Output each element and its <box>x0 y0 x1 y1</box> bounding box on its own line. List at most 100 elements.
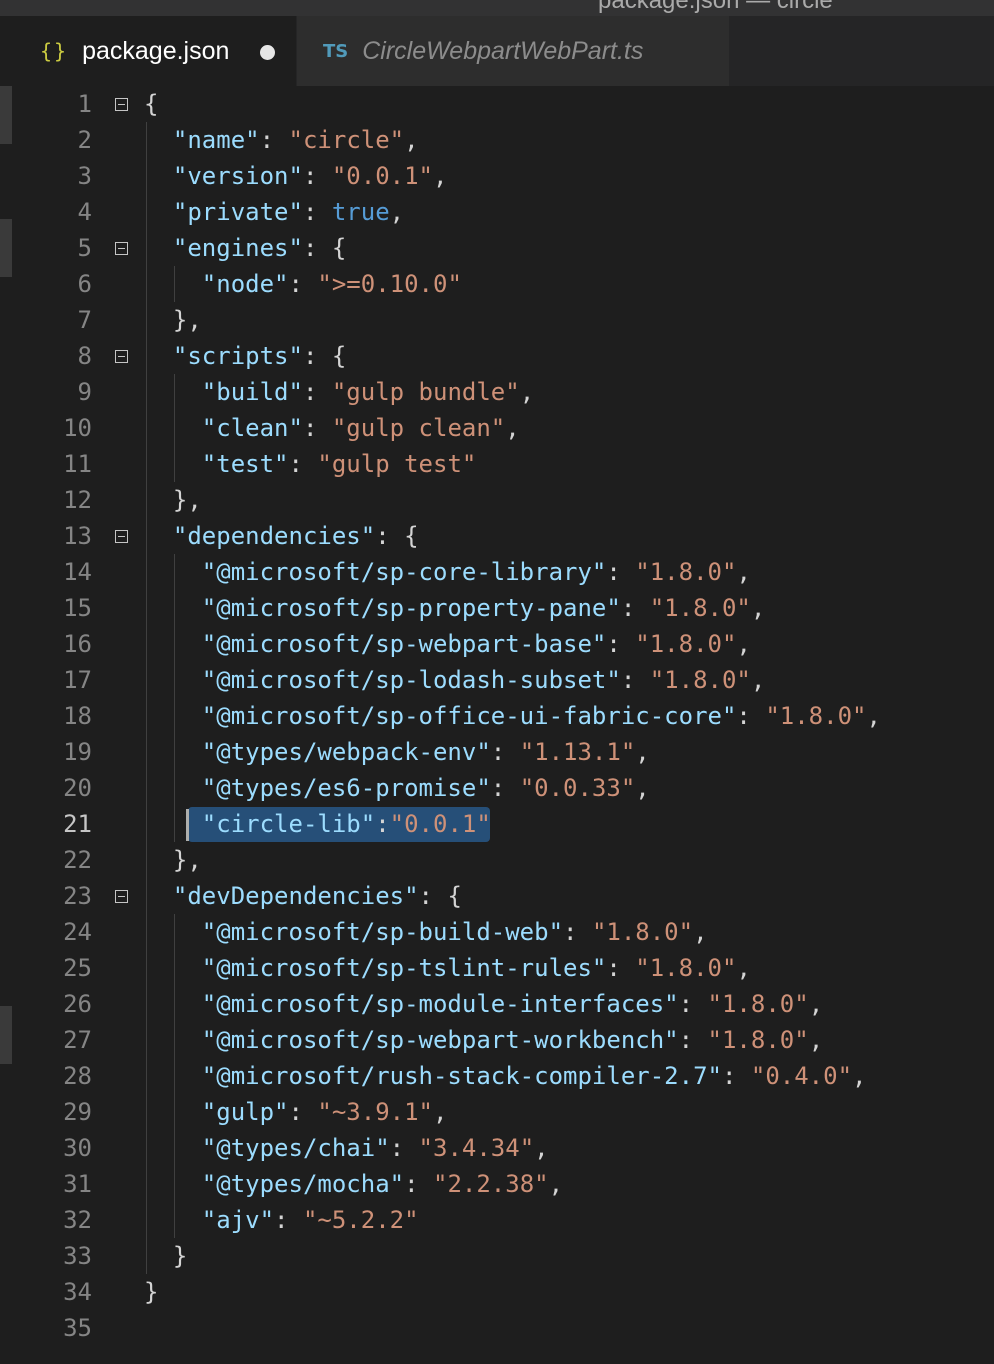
code-token: : <box>620 594 650 622</box>
code-token: : <box>274 1206 303 1234</box>
code-token: : <box>721 1062 751 1090</box>
code-token: : <box>678 1026 708 1054</box>
code-token: , <box>852 1062 867 1090</box>
code-line[interactable]: "name": "circle", <box>144 122 419 158</box>
code-line[interactable]: "@microsoft/sp-lodash-subset": "1.8.0", <box>144 662 766 698</box>
code-line[interactable]: "scripts": { <box>144 338 346 374</box>
code-line[interactable]: "private": true, <box>144 194 404 230</box>
code-token: } <box>144 1242 188 1270</box>
window-title: package.json — circle <box>598 0 833 14</box>
code-line[interactable]: "@microsoft/sp-core-library": "1.8.0", <box>144 554 751 590</box>
code-lines[interactable]: { "name": "circle", "version": "0.0.1", … <box>0 86 994 1364</box>
code-token: "0.0.1" <box>389 810 491 838</box>
code-token: "@microsoft/sp-webpart-workbench" <box>201 1026 679 1054</box>
code-token: "@microsoft/sp-property-pane" <box>201 594 621 622</box>
code-line[interactable]: "@microsoft/sp-webpart-workbench": "1.8.… <box>144 1022 823 1058</box>
code-line[interactable]: "@types/webpack-env": "1.13.1", <box>144 734 650 770</box>
code-token: "ajv" <box>201 1206 275 1234</box>
code-token: : <box>404 1170 433 1198</box>
code-token: , <box>736 954 751 982</box>
code-line[interactable]: "test": "gulp test" <box>144 446 477 482</box>
code-line[interactable]: } <box>144 1238 187 1274</box>
code-token: , <box>736 558 751 586</box>
code-token: "1.8.0" <box>649 666 751 694</box>
code-token: "gulp clean" <box>331 414 506 442</box>
code-token: "gulp" <box>201 1098 289 1126</box>
code-token: : <box>288 270 318 298</box>
code-line[interactable]: "dependencies": { <box>144 518 419 554</box>
code-token: : <box>490 738 520 766</box>
code-token: "1.8.0" <box>765 702 867 730</box>
code-line[interactable]: "@types/mocha": "2.2.38", <box>144 1166 563 1202</box>
code-token: : <box>375 810 390 838</box>
code-line[interactable]: "@microsoft/rush-stack-compiler-2.7": "0… <box>144 1058 867 1094</box>
code-line[interactable]: "clean": "gulp clean", <box>144 410 520 446</box>
code-token: , <box>433 162 448 190</box>
code-line[interactable]: "@microsoft/sp-property-pane": "1.8.0", <box>144 590 766 626</box>
code-line[interactable]: "@microsoft/sp-office-ui-fabric-core": "… <box>144 698 881 734</box>
code-line[interactable]: "gulp": "~3.9.1", <box>144 1094 448 1130</box>
tab-package-json[interactable]: {} package.json <box>0 16 296 86</box>
code-token: "devDependencies" <box>172 882 419 910</box>
code-token: "@microsoft/sp-office-ui-fabric-core" <box>201 702 737 730</box>
code-token: , <box>548 1170 564 1198</box>
code-token: : <box>606 558 636 586</box>
code-token: "@microsoft/sp-webpart-base" <box>201 630 607 658</box>
code-token: "1.13.1" <box>519 738 636 766</box>
code-token: : <box>490 774 520 802</box>
tab-label: package.json <box>82 36 230 65</box>
code-token: "dependencies" <box>172 522 376 550</box>
code-token: "@types/webpack-env" <box>201 738 491 766</box>
code-token: "engines" <box>172 234 303 262</box>
code-line[interactable]: }, <box>144 842 202 878</box>
code-token: "1.8.0" <box>635 630 737 658</box>
code-line[interactable]: "devDependencies": { <box>144 878 462 914</box>
code-line[interactable]: "ajv": "~5.2.2" <box>144 1202 419 1238</box>
code-token: true <box>331 198 390 226</box>
code-token: : <box>302 378 332 406</box>
code-token: : <box>620 666 650 694</box>
code-editor[interactable]: 1 2 3 4 5 6 7 8 9 10 11 12 13 14 15 16 17 18 19 20 21 22 23 24 2… <box>0 86 994 1364</box>
code-line[interactable]: "build": "gulp bundle", <box>144 374 534 410</box>
code-token: : <box>606 630 636 658</box>
code-token: , <box>808 990 824 1018</box>
code-token: : <box>259 126 289 154</box>
code-token: { <box>144 90 159 118</box>
code-line[interactable]: "@microsoft/sp-build-web": "1.8.0", <box>144 914 708 950</box>
code-line[interactable]: "@microsoft/sp-webpart-base": "1.8.0", <box>144 626 751 662</box>
code-token: , <box>433 1098 448 1126</box>
code-token: "1.8.0" <box>649 594 751 622</box>
code-line[interactable]: "@types/chai": "3.4.34", <box>144 1130 549 1166</box>
code-line[interactable]: }, <box>144 482 202 518</box>
code-token: , <box>635 774 650 802</box>
code-line[interactable]: }, <box>144 302 202 338</box>
unsaved-changes-dot-icon[interactable] <box>260 45 275 60</box>
code-line[interactable]: "circle-lib":"0.0.1" <box>144 806 491 842</box>
code-token: "2.2.38" <box>433 1170 549 1198</box>
code-line[interactable]: } <box>144 1274 158 1310</box>
code-line[interactable]: "node": ">=0.10.0" <box>144 266 462 302</box>
code-line[interactable]: "@microsoft/sp-module-interfaces": "1.8.… <box>144 986 823 1022</box>
code-token: : { <box>418 882 462 910</box>
code-token: , <box>505 414 520 442</box>
code-token: }, <box>144 306 202 334</box>
code-token: : <box>302 198 332 226</box>
code-line[interactable]: { <box>144 86 158 122</box>
tab-circle-webpart-ts[interactable]: TS CircleWebpartWebPart.ts <box>297 16 729 86</box>
code-line[interactable]: "@types/es6-promise": "0.0.33", <box>144 770 650 806</box>
code-line[interactable]: "@microsoft/sp-tslint-rules": "1.8.0", <box>144 950 751 986</box>
code-line[interactable]: "version": "0.0.1", <box>144 158 448 194</box>
code-line[interactable]: "engines": { <box>144 230 346 266</box>
